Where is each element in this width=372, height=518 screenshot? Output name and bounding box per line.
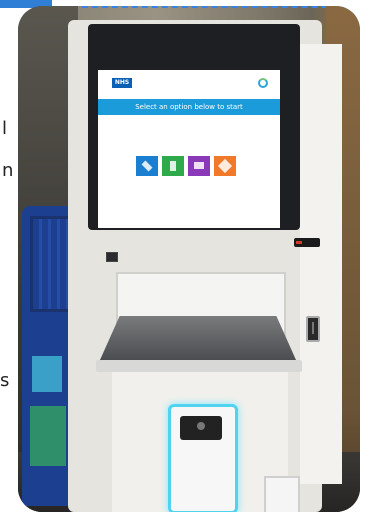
screen-bezel: NHS Select an option below to start <box>88 24 300 262</box>
coin-slot[interactable] <box>306 316 320 342</box>
card-reader-slot[interactable] <box>294 238 320 247</box>
trolley-item <box>30 406 66 466</box>
book-tray[interactable] <box>100 316 296 360</box>
screen-banner: Select an option below to start <box>98 99 280 115</box>
kiosk-side-panel <box>300 44 342 484</box>
side-text: l <box>2 118 8 139</box>
kiosk-photo: NHS Select an option below to start <box>18 6 360 512</box>
trolley-item <box>32 356 62 392</box>
brand-ring-icon <box>258 78 268 88</box>
option-tile[interactable] <box>214 156 236 176</box>
option-tile[interactable] <box>136 156 158 176</box>
touch-screen[interactable]: NHS Select an option below to start <box>98 70 280 262</box>
side-text: s <box>0 370 10 391</box>
option-tile[interactable] <box>188 156 210 176</box>
renew-icon <box>217 158 233 174</box>
option-row <box>136 156 236 176</box>
accessibility-button[interactable] <box>106 252 118 262</box>
receipt-printer[interactable] <box>264 476 300 512</box>
book-icon <box>141 160 153 172</box>
account-card-icon <box>194 162 204 169</box>
tray-lip <box>96 360 302 372</box>
scanner-lens-icon <box>197 422 205 430</box>
return-icon <box>170 161 176 171</box>
option-tile[interactable] <box>162 156 184 176</box>
self-service-kiosk: NHS Select an option below to start <box>68 20 342 512</box>
nhs-logo: NHS <box>112 78 132 88</box>
side-text: n <box>2 160 14 181</box>
